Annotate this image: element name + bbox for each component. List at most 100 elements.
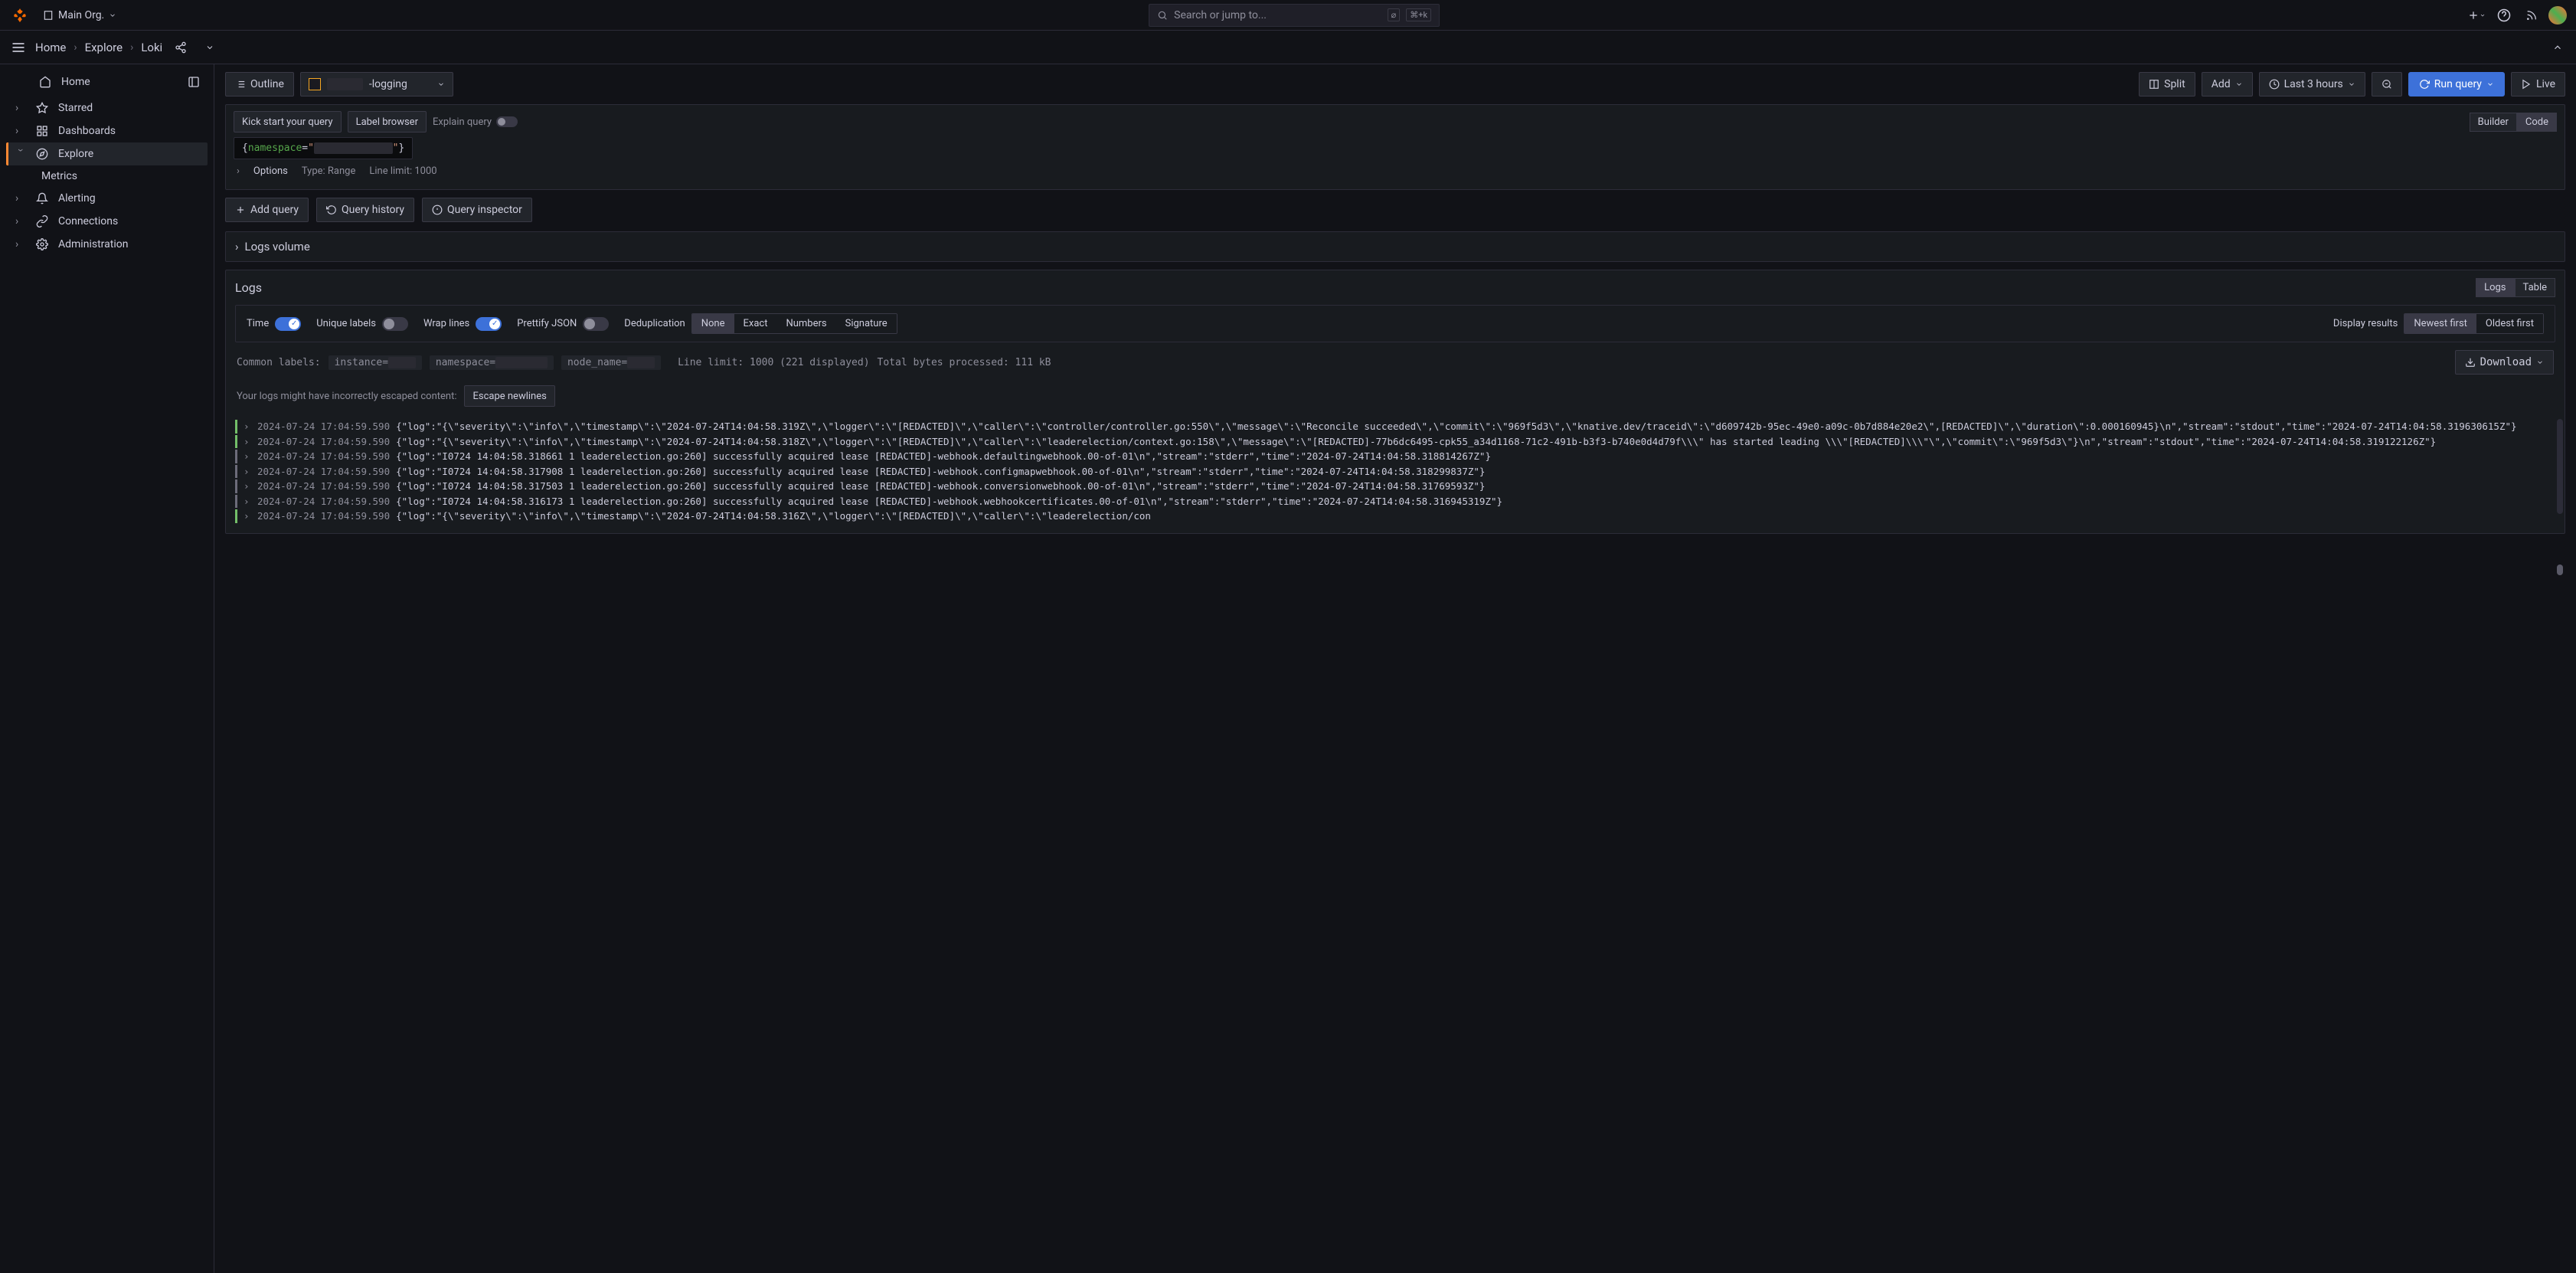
- crumb-explore[interactable]: Explore: [85, 41, 123, 54]
- table-tab[interactable]: Table: [2515, 278, 2555, 297]
- prettify-toggle[interactable]: [583, 317, 609, 331]
- query-options[interactable]: › Options Type: Range Line limit: 1000: [234, 159, 2557, 183]
- query-history-button[interactable]: Query history: [316, 198, 414, 222]
- org-switcher[interactable]: Main Org.: [37, 6, 123, 25]
- explain-toggle[interactable]: Explain query: [433, 116, 518, 128]
- dedup-segment: None Exact Numbers Signature: [691, 313, 897, 334]
- content: Outline x -logging Split Add Last 3 hour…: [214, 64, 2576, 1273]
- log-level-bar: [235, 450, 237, 463]
- sidebar-home[interactable]: Home: [9, 70, 183, 93]
- org-label: Main Org.: [58, 9, 104, 21]
- logs-tab[interactable]: Logs: [2476, 278, 2514, 297]
- unique-labels-toggle[interactable]: [382, 317, 408, 331]
- download-button[interactable]: Download: [2455, 350, 2554, 375]
- bytes-info: Total bytes processed: 111 kB: [878, 357, 1051, 368]
- code-tab[interactable]: Code: [2517, 113, 2557, 132]
- collapse-panel-icon[interactable]: [2548, 38, 2567, 57]
- menu-toggle-icon[interactable]: [9, 38, 28, 57]
- log-row[interactable]: › 2024-07-24 17:04:59.590 {"log":"I0724 14…: [235, 494, 2555, 509]
- dedup-exact[interactable]: Exact: [734, 314, 777, 333]
- log-level-bar: [235, 465, 237, 479]
- label-browser-button[interactable]: Label browser: [348, 111, 427, 133]
- crumb-datasource[interactable]: Loki: [141, 41, 162, 54]
- kick-start-button[interactable]: Kick start your query: [234, 111, 342, 133]
- sidebar-starred[interactable]: › Starred: [6, 97, 208, 119]
- search-shortcut: ⌀: [1388, 8, 1401, 21]
- log-level-bar: [235, 479, 237, 493]
- chevron-down-icon: [2235, 80, 2243, 88]
- line-limit-info: Line limit: 1000 (221 displayed): [678, 357, 869, 368]
- bell-icon: [35, 192, 49, 205]
- split-button[interactable]: Split: [2139, 72, 2195, 97]
- escape-warning: Your logs might have incorrectly escaped…: [226, 382, 2565, 414]
- live-button[interactable]: Live: [2511, 72, 2565, 97]
- log-row[interactable]: › 2024-07-24 17:04:59.590 {"log":"I0724 14…: [235, 449, 2555, 464]
- crumb-home[interactable]: Home: [35, 41, 66, 54]
- expand-log-icon[interactable]: ›: [244, 420, 251, 434]
- sidebar-administration[interactable]: › Administration: [6, 233, 208, 256]
- breadcrumb-bar: Home › Explore › Loki: [0, 31, 2576, 64]
- explore-toolbar: Outline x -logging Split Add Last 3 hour…: [225, 72, 2565, 97]
- dedup-none[interactable]: None: [692, 314, 734, 333]
- search-placeholder: Search or jump to...: [1174, 9, 1267, 21]
- zoom-out-button[interactable]: [2372, 72, 2402, 97]
- expand-log-icon[interactable]: ›: [244, 435, 251, 449]
- dedup-signature[interactable]: Signature: [836, 314, 897, 333]
- log-body: {"log":"I0724 14:04:58.317908 1 leaderel…: [396, 465, 2555, 479]
- time-range-button[interactable]: Last 3 hours: [2259, 72, 2365, 97]
- explain-toggle-switch[interactable]: [496, 116, 518, 127]
- dock-icon[interactable]: [183, 71, 204, 93]
- global-search[interactable]: Search or jump to... ⌀ ⌘+k: [1149, 4, 1440, 27]
- log-body: {"log":"I0724 14:04:58.318661 1 leaderel…: [396, 450, 2555, 463]
- avatar[interactable]: [2548, 6, 2567, 25]
- expand-log-icon[interactable]: ›: [244, 495, 251, 509]
- log-row[interactable]: ›2024-07-24 17:04:59.590{"log":"I0724 14…: [235, 479, 2555, 494]
- plug-icon: [35, 215, 49, 227]
- outline-button[interactable]: Outline: [225, 72, 294, 97]
- add-button[interactable]: Add: [2202, 72, 2253, 97]
- query-inspector-button[interactable]: Query inspector: [422, 198, 532, 222]
- rss-icon[interactable]: [2521, 5, 2542, 26]
- dedup-numbers[interactable]: Numbers: [776, 314, 835, 333]
- expand-log-icon[interactable]: ›: [244, 509, 251, 523]
- oldest-first[interactable]: Oldest first: [2476, 314, 2543, 333]
- log-body: {"log":"{\"severity\":\"info\",\"timesta…: [396, 435, 2555, 449]
- scrollbar[interactable]: [2557, 419, 2563, 514]
- ds-redacted: x: [327, 78, 363, 90]
- grafana-logo-icon[interactable]: [9, 5, 31, 26]
- query-input[interactable]: {namespace="xxxxxxxx"}: [234, 137, 413, 159]
- sidebar-dashboards[interactable]: › Dashboards: [6, 119, 208, 142]
- add-query-button[interactable]: Add query: [225, 198, 309, 222]
- wrap-lines-toggle[interactable]: [476, 317, 502, 331]
- star-icon: [35, 102, 49, 114]
- log-body: {"log":"{\"severity\":\"info\",\"timesta…: [396, 420, 2555, 434]
- topbar: Main Org. Search or jump to... ⌀ ⌘+k: [0, 0, 2576, 31]
- add-icon[interactable]: [2466, 5, 2487, 26]
- datasource-picker[interactable]: x -logging: [300, 72, 453, 97]
- builder-tab[interactable]: Builder: [2470, 113, 2517, 132]
- sidebar-connections[interactable]: › Connections: [6, 210, 208, 233]
- sidebar-metrics[interactable]: Metrics: [6, 165, 208, 187]
- log-timestamp: 2024-07-24 17:04:59.590: [257, 450, 390, 463]
- help-icon[interactable]: [2493, 5, 2515, 26]
- sidebar-explore[interactable]: › Explore: [6, 142, 208, 165]
- newest-first[interactable]: Newest first: [2404, 314, 2476, 333]
- breadcrumb-chevron-icon[interactable]: [199, 37, 221, 58]
- sidebar-alerting[interactable]: › Alerting: [6, 187, 208, 210]
- expand-log-icon[interactable]: ›: [244, 450, 251, 463]
- log-row[interactable]: ›2024-07-24 17:04:59.590{"log":"{\"sever…: [235, 509, 2555, 524]
- run-query-button[interactable]: Run query: [2408, 72, 2505, 97]
- expand-log-icon[interactable]: ›: [244, 479, 251, 493]
- log-level-bar: [235, 435, 237, 449]
- log-timestamp: 2024-07-24 17:04:59.590: [257, 495, 390, 509]
- log-row[interactable]: ›2024-07-24 17:04:59.590{"log":"{\"sever…: [235, 434, 2555, 450]
- expand-log-icon[interactable]: ›: [244, 465, 251, 479]
- logs-volume-header[interactable]: › Logs volume: [226, 232, 2565, 261]
- escape-newlines-button[interactable]: Escape newlines: [464, 385, 554, 407]
- log-body: {"log":"I0724 14:04:58.316173 1 leaderel…: [396, 495, 2555, 509]
- log-timestamp: 2024-07-24 17:04:59.590: [257, 509, 390, 523]
- share-icon[interactable]: [170, 37, 191, 58]
- time-toggle[interactable]: [275, 317, 301, 331]
- log-row[interactable]: ›2024-07-24 17:04:59.590{"log":"I0724 14…: [235, 464, 2555, 479]
- log-row[interactable]: ›2024-07-24 17:04:59.590{"log":"{\"sever…: [235, 419, 2555, 434]
